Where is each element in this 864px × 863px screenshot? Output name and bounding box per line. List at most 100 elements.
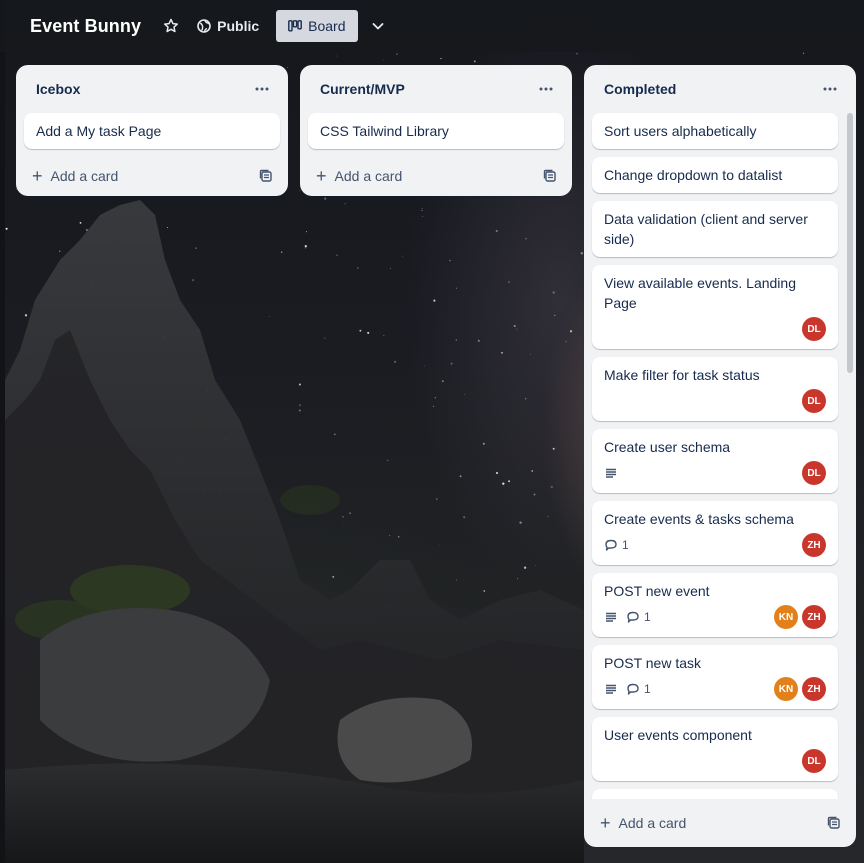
card-list: CSS Tailwind Library [300, 113, 572, 149]
comment-badge: 1 [604, 538, 629, 552]
board-title[interactable]: Event Bunny [30, 16, 141, 37]
card[interactable]: Create events & tasks schema 1 ZH [592, 501, 838, 565]
card[interactable]: User events component DL [592, 717, 838, 781]
card-title: Add a My task Page [36, 123, 162, 139]
card-list: Add a My task Page [16, 113, 288, 149]
list-menu-button[interactable] [816, 75, 844, 103]
plus-icon: + [316, 166, 327, 186]
card-template-icon [259, 169, 272, 182]
create-from-template-button[interactable] [822, 811, 846, 835]
card-template-icon [543, 169, 556, 182]
comment-icon [626, 682, 640, 696]
ellipsis-icon [255, 87, 269, 91]
comment-badge: 1 [626, 682, 651, 696]
avatar[interactable]: DL [802, 749, 826, 773]
card[interactable]: Change dropdown to datalist [592, 157, 838, 193]
card-badges: 1 [604, 538, 629, 552]
description-icon [604, 682, 618, 696]
card[interactable]: View available events. Landing Page DL [592, 265, 838, 349]
list-scrollbar[interactable] [847, 113, 853, 799]
card-meta: 1 ZH [604, 533, 826, 557]
card[interactable]: Sort users alphabetically [592, 113, 838, 149]
card-title: View available events. Landing Page [604, 275, 796, 311]
visibility-label: Public [217, 18, 260, 34]
plus-icon: + [32, 166, 43, 186]
card[interactable]: POST new task 1 KN ZH [592, 645, 838, 709]
window-edge [0, 0, 5, 863]
list-title[interactable]: Completed [604, 81, 676, 97]
card-meta: DL [604, 317, 826, 341]
card-meta: DL [604, 389, 826, 413]
card-badges: 1 [604, 610, 651, 624]
card[interactable]: POST new event 1 KN ZH [592, 573, 838, 637]
visibility-button[interactable]: Public [189, 10, 267, 42]
globe-icon [197, 19, 211, 33]
card[interactable]: Make filter for task status DL [592, 357, 838, 421]
card-template-icon [827, 816, 840, 829]
list-footer: + Add a card [300, 156, 572, 196]
ellipsis-icon [539, 87, 553, 91]
list-header: Current/MVP [300, 65, 572, 113]
comment-badge: 1 [626, 610, 651, 624]
list-completed: Completed Sort users alphabetically Chang… [584, 65, 856, 847]
board-icon [288, 20, 303, 32]
list-menu-button[interactable] [532, 75, 560, 103]
star-board-button[interactable] [155, 10, 187, 42]
add-card-button[interactable]: + Add a card [600, 814, 687, 832]
card-title: CSS Tailwind Library [320, 123, 449, 139]
card-meta: DL [604, 461, 826, 485]
card-members: KN ZH [774, 677, 826, 701]
avatar[interactable]: DL [802, 461, 826, 485]
view-switcher-button[interactable] [362, 10, 394, 42]
card[interactable]: Create user schema DL [592, 429, 838, 493]
card-members: DL [802, 461, 826, 485]
card-members: KN ZH [774, 605, 826, 629]
comment-icon [604, 538, 618, 552]
board-view-button[interactable]: Board [276, 10, 358, 42]
add-card-button[interactable]: + Add a card [32, 166, 119, 186]
card[interactable]: Add a My task Page [24, 113, 280, 149]
comment-count: 1 [644, 682, 651, 696]
card[interactable]: Data validation (client and server side) [592, 201, 838, 257]
card-badges: 1 [604, 682, 651, 696]
card[interactable]: CSS Tailwind Library [308, 113, 564, 149]
avatar[interactable]: DL [802, 317, 826, 341]
list-header: Icebox [16, 65, 288, 113]
avatar[interactable]: ZH [802, 533, 826, 557]
comment-count: 1 [622, 538, 629, 552]
card-list: Sort users alphabetically Change dropdown… [584, 113, 856, 799]
list-title[interactable]: Current/MVP [320, 81, 405, 97]
add-card-label: Add a card [50, 168, 119, 184]
create-from-template-button[interactable] [254, 164, 278, 188]
avatar[interactable]: KN [774, 677, 798, 701]
description-icon [604, 466, 618, 480]
avatar[interactable]: ZH [802, 605, 826, 629]
card-title: Sort users alphabetically [604, 123, 757, 139]
list-header: Completed [584, 65, 856, 113]
comment-icon [626, 610, 640, 624]
card-title: Change dropdown to datalist [604, 167, 783, 183]
card-members: DL [802, 749, 826, 773]
card-title: Data validation (client and server side) [604, 211, 808, 247]
board-view-label: Board [308, 18, 346, 34]
create-from-template-button[interactable] [538, 164, 562, 188]
card-title: POST new event [604, 583, 710, 599]
scrollbar-thumb[interactable] [847, 113, 853, 373]
card-badges [604, 466, 618, 480]
add-card-label: Add a card [618, 815, 687, 831]
avatar[interactable]: KN [774, 605, 798, 629]
card-title: Create events & tasks schema [604, 511, 794, 527]
completed-scroll-area[interactable]: Sort users alphabetically Change dropdown… [584, 113, 856, 799]
ellipsis-icon [823, 87, 837, 91]
list-menu-button[interactable] [248, 75, 276, 103]
board-header: Event Bunny Public Board [0, 0, 864, 52]
avatar[interactable]: DL [802, 389, 826, 413]
card-members: DL [802, 317, 826, 341]
list-footer: + Add a card [584, 803, 856, 843]
list-title[interactable]: Icebox [36, 81, 80, 97]
card[interactable] [592, 789, 838, 799]
chevron-down-icon [372, 23, 383, 30]
add-card-button[interactable]: + Add a card [316, 166, 402, 186]
card-title: User events component [604, 727, 752, 743]
avatar[interactable]: ZH [802, 677, 826, 701]
